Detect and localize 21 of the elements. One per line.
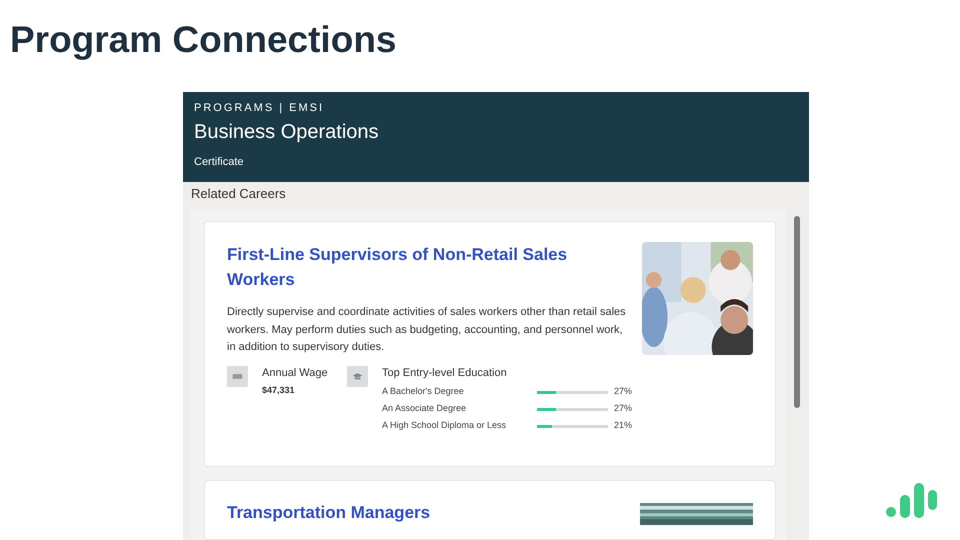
- education-label: Top Entry-level Education: [382, 366, 508, 380]
- graduation-cap-icon: [347, 366, 368, 386]
- education-name: A Bachelor's Degree: [382, 385, 465, 398]
- career-title-link[interactable]: First-Line Supervisors of Non-Retail Sales Workers: [227, 242, 632, 292]
- credential-label: Certificate: [194, 155, 244, 169]
- education-name: An Associate Degree: [382, 402, 468, 416]
- program-title: Business Operations: [194, 120, 379, 145]
- logo-icon: [885, 480, 939, 520]
- money-icon: [227, 366, 248, 386]
- career-title-link[interactable]: Transportation Managers: [227, 503, 430, 523]
- percent-value: 21%: [612, 419, 632, 432]
- breadcrumb: PROGRAMS | EMSI: [194, 101, 326, 115]
- percent-value: 27%: [612, 402, 632, 416]
- wage-value: $47,331: [262, 384, 296, 396]
- education-name: A High School Diploma or Less: [382, 419, 508, 432]
- section-label: Related Careers: [190, 185, 287, 203]
- slide-title: Program Connections: [10, 18, 396, 62]
- wage-label: Annual Wage: [262, 366, 328, 380]
- scrollbar[interactable]: [794, 216, 800, 408]
- career-description: Directly supervise and coordinate activities of sales workers other than retail sales workers. May perform duties such as budgeting, accounting, and personnel work, in addition to supervisory duties.: [227, 305, 627, 355]
- percent-value: 27%: [612, 385, 632, 398]
